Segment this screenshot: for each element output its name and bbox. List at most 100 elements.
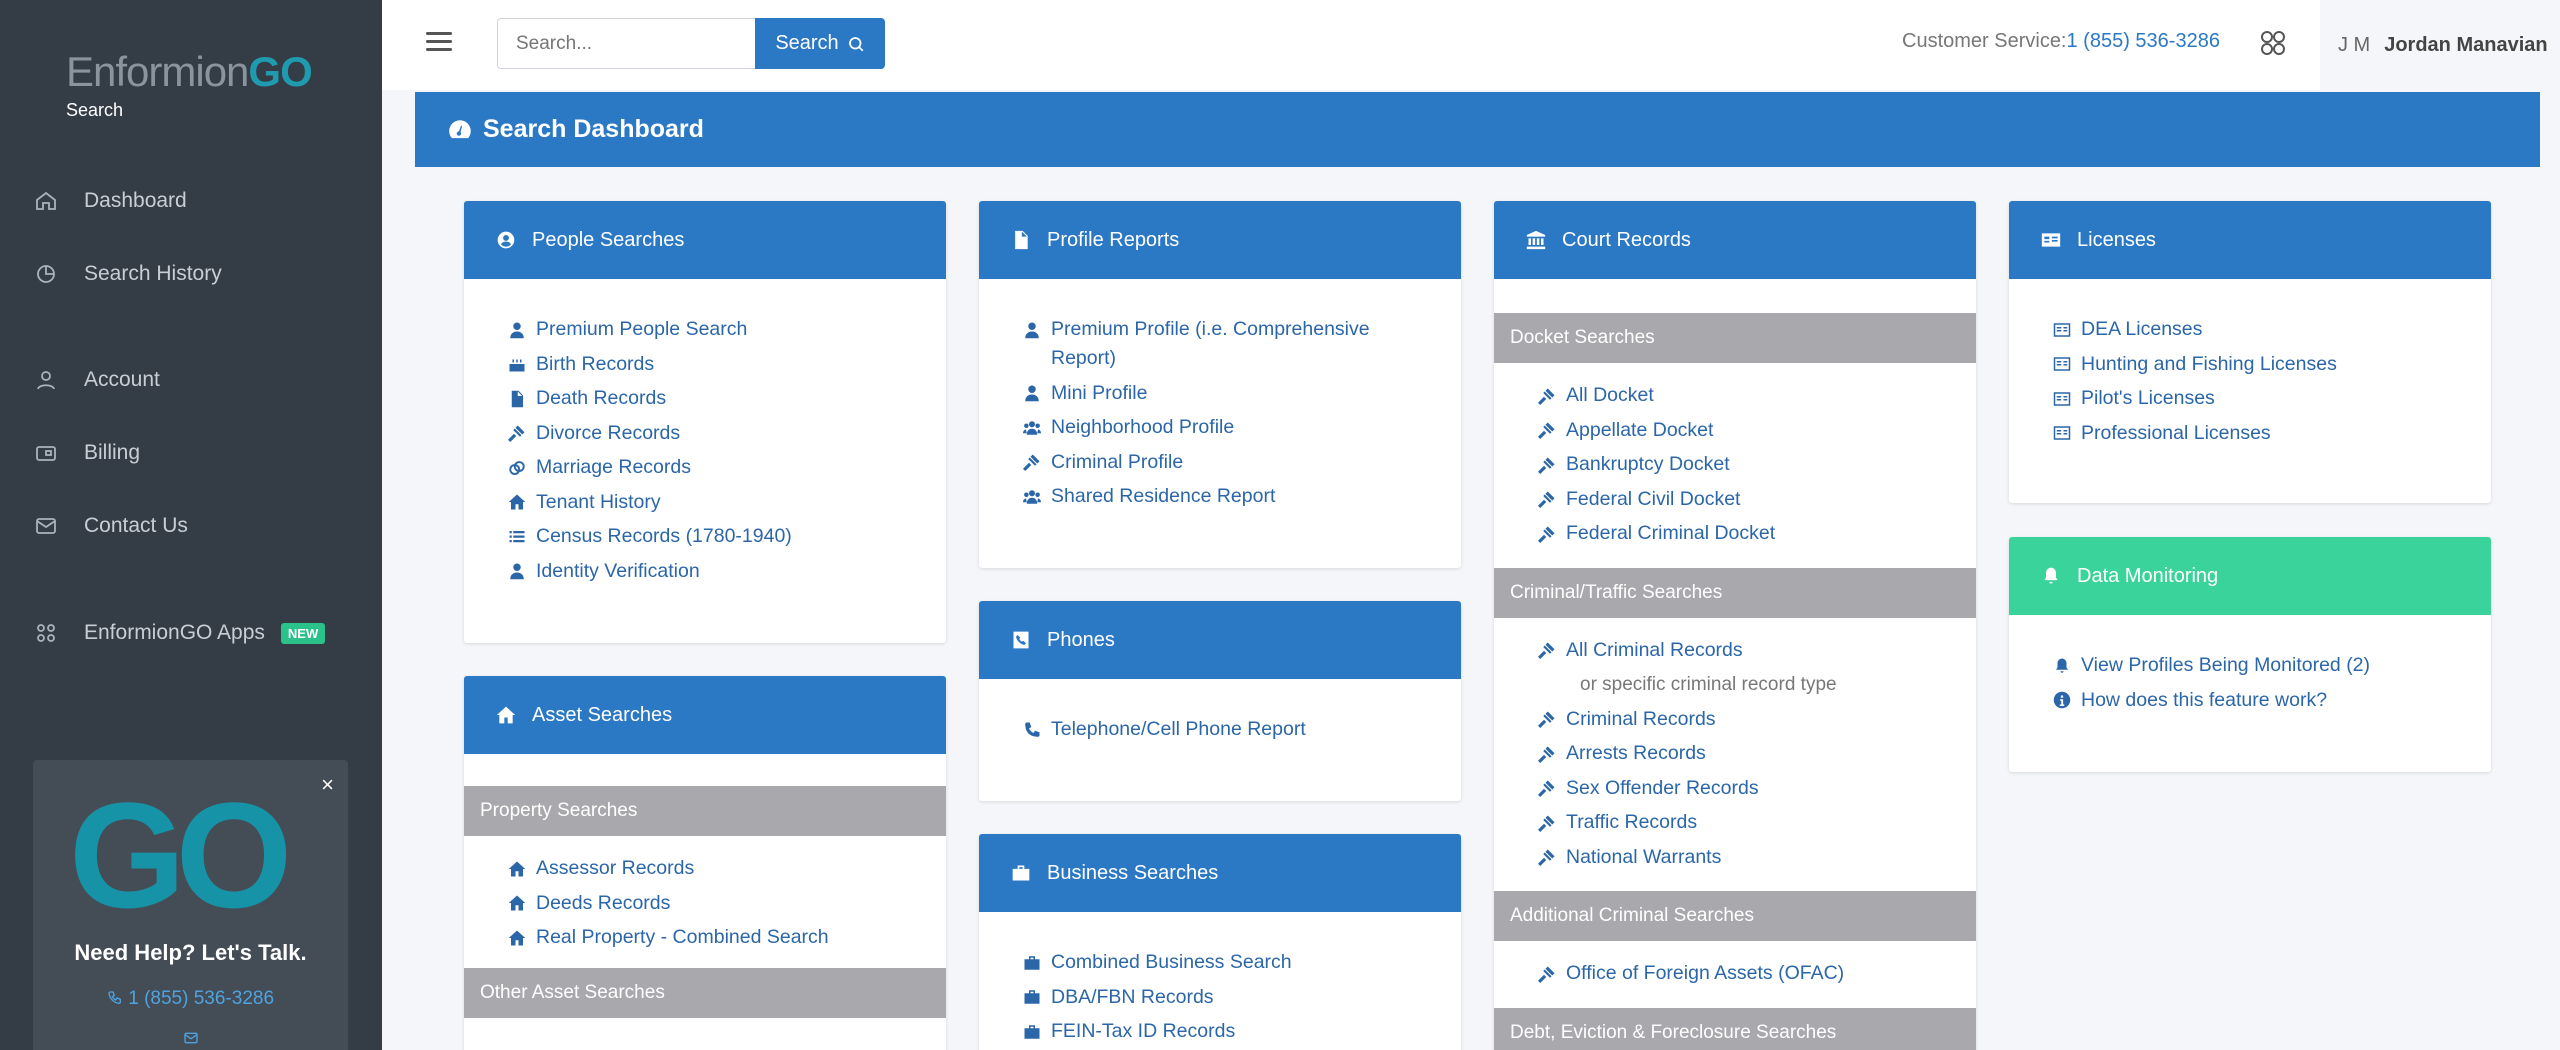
link-ofac[interactable]: Office of Foreign Assets (OFAC): [1494, 959, 1976, 988]
help-mail-link[interactable]: [33, 1030, 348, 1050]
gavel-icon: [1023, 454, 1040, 471]
bell-icon: [2056, 658, 2068, 673]
billing-icon: [36, 446, 56, 461]
sidebar-item-account[interactable]: Account: [34, 368, 160, 392]
menu-toggle-icon[interactable]: [426, 32, 452, 52]
link-label: DEA Licenses: [2081, 318, 2203, 340]
link-arrests-records[interactable]: Arrests Records: [1494, 739, 1976, 768]
link-label: Criminal Records: [1566, 707, 1716, 730]
link-how-feature-works[interactable]: How does this feature work?: [2009, 686, 2491, 715]
gavel-icon: [1538, 491, 1555, 508]
help-card: × GO Need Help? Let's Talk. 1 (855) 536-…: [33, 760, 348, 1050]
link-pilots-licenses[interactable]: Pilot's Licenses: [2009, 384, 2491, 413]
apps-grid-icon[interactable]: [2258, 28, 2288, 58]
gavel-icon: [1538, 746, 1555, 763]
user-circle-icon: [497, 231, 515, 249]
business-searches-card: Business Searches Combined Business Sear…: [979, 834, 1461, 1050]
link-death-records[interactable]: Death Records: [464, 384, 946, 413]
link-combined-business-search[interactable]: Combined Business Search: [979, 948, 1461, 977]
gavel-icon: [1538, 815, 1555, 832]
link-all-criminal-records[interactable]: All Criminal Records: [1494, 636, 1976, 665]
id-card-icon: [2053, 426, 2071, 440]
link-professional-licenses[interactable]: Professional Licenses: [2009, 419, 2491, 448]
link-dea-licenses[interactable]: DEA Licenses: [2009, 315, 2491, 344]
link-appellate-docket[interactable]: Appellate Docket: [1494, 416, 1976, 445]
link-marriage-records[interactable]: Marriage Records: [464, 453, 946, 482]
link-assessor-records[interactable]: Assessor Records: [464, 854, 946, 883]
link-mini-profile[interactable]: Mini Profile: [979, 379, 1461, 408]
home-icon: [496, 706, 516, 724]
cs-phone-link[interactable]: 1 (855) 536-3286: [2067, 30, 2220, 52]
history-icon: [37, 265, 55, 283]
link-federal-criminal-docket[interactable]: Federal Criminal Docket: [1494, 519, 1976, 548]
link-label: Tenant History: [536, 490, 661, 513]
link-label: Combined Business Search: [1051, 951, 1292, 973]
brand-logo[interactable]: EnformionGO Search: [66, 48, 313, 121]
section-other-asset-searches: Other Asset Searches: [464, 967, 946, 1018]
briefcase-icon: [1024, 990, 1040, 1004]
sidebar-item-contact-us[interactable]: Contact Us: [34, 514, 188, 538]
sidebar-item-billing[interactable]: Billing: [34, 441, 140, 465]
link-fein-tax-id-records[interactable]: FEIN-Tax ID Records: [979, 1017, 1461, 1046]
phone-square-icon: [1013, 631, 1029, 649]
help-phone-link[interactable]: 1 (855) 536-3286: [33, 988, 348, 1010]
briefcase-icon: [1012, 865, 1030, 881]
search-input[interactable]: [497, 18, 757, 69]
link-label: Death Records: [536, 387, 667, 409]
card-header: Phones: [979, 601, 1461, 679]
gavel-icon: [1538, 422, 1555, 439]
home-icon: [508, 861, 526, 876]
link-criminal-profile[interactable]: Criminal Profile: [979, 448, 1461, 477]
link-view-profiles-monitored[interactable]: View Profiles Being Monitored (2): [2009, 651, 2491, 680]
link-label: Pilot's Licenses: [2081, 387, 2215, 409]
close-icon[interactable]: ×: [321, 772, 334, 798]
link-real-property-combined[interactable]: Real Property - Combined Search: [464, 923, 946, 952]
link-hunting-fishing-licenses[interactable]: Hunting and Fishing Licenses: [2009, 350, 2491, 379]
link-label: Premium Profile (i.e. Comprehensive Repo…: [1051, 318, 1370, 369]
link-premium-profile[interactable]: Premium Profile (i.e. Comprehensive Repo…: [979, 315, 1461, 373]
link-census-records[interactable]: Census Records (1780-1940): [464, 522, 946, 551]
link-traffic-records[interactable]: Traffic Records: [1494, 808, 1976, 837]
link-deeds-records[interactable]: Deeds Records: [464, 889, 946, 918]
link-bankruptcy-docket[interactable]: Bankruptcy Docket: [1494, 450, 1976, 479]
link-tenant-history[interactable]: Tenant History: [464, 488, 946, 517]
mail-icon: [183, 1032, 198, 1044]
link-telephone-report[interactable]: Telephone/Cell Phone Report: [979, 715, 1461, 744]
link-neighborhood-profile[interactable]: Neighborhood Profile: [979, 413, 1461, 442]
link-birth-records[interactable]: Birth Records: [464, 350, 946, 379]
card-header: Asset Searches: [464, 676, 946, 754]
link-sex-offender-records[interactable]: Sex Offender Records: [1494, 774, 1976, 803]
user-menu[interactable]: J M Jordan Manavian: [2320, 0, 2560, 90]
help-title: Need Help? Let's Talk.: [74, 940, 307, 965]
section-additional-criminal-searches: Additional Criminal Searches: [1494, 891, 1976, 941]
link-label: How does this feature work?: [2081, 688, 2328, 711]
asset-searches-card: Asset Searches Property Searches Assesso…: [464, 676, 946, 1050]
gavel-icon: [1538, 388, 1555, 405]
card-header: People Searches: [464, 201, 946, 279]
sidebar-item-dashboard[interactable]: Dashboard: [34, 189, 187, 213]
card-title: Profile Reports: [1047, 228, 1180, 251]
link-divorce-records[interactable]: Divorce Records: [464, 419, 946, 448]
info-icon: [2053, 691, 2071, 709]
link-shared-residence-report[interactable]: Shared Residence Report: [979, 482, 1461, 511]
speedometer-icon: [449, 119, 471, 138]
link-all-docket[interactable]: All Docket: [1494, 381, 1976, 410]
link-federal-civil-docket[interactable]: Federal Civil Docket: [1494, 485, 1976, 514]
sidebar-item-search-history[interactable]: Search History: [34, 262, 222, 286]
link-identity-verification[interactable]: Identity Verification: [464, 557, 946, 586]
link-national-warrants[interactable]: National Warrants: [1494, 843, 1976, 872]
link-dba-fbn-records[interactable]: DBA/FBN Records: [979, 983, 1461, 1012]
link-premium-people-search[interactable]: Premium People Search: [464, 315, 946, 344]
apps-icon: [37, 624, 55, 642]
link-label: Professional Licenses: [2081, 421, 2271, 444]
link-label: Bankruptcy Docket: [1566, 453, 1730, 475]
page-title: Search Dashboard: [483, 115, 704, 143]
top-navbar: Search Customer Service:1 (855) 536-3286…: [382, 0, 2560, 90]
sidebar: EnformionGO Search Dashboard Search Hist…: [0, 0, 382, 1050]
home-icon: [508, 494, 526, 510]
link-criminal-records[interactable]: Criminal Records: [1494, 705, 1976, 734]
sidebar-item-enformiongo-apps[interactable]: EnformionGO Apps NEW: [34, 621, 326, 645]
search-button[interactable]: Search: [755, 18, 885, 69]
phone-icon: [108, 991, 121, 1005]
user-icon: [1025, 385, 1039, 402]
